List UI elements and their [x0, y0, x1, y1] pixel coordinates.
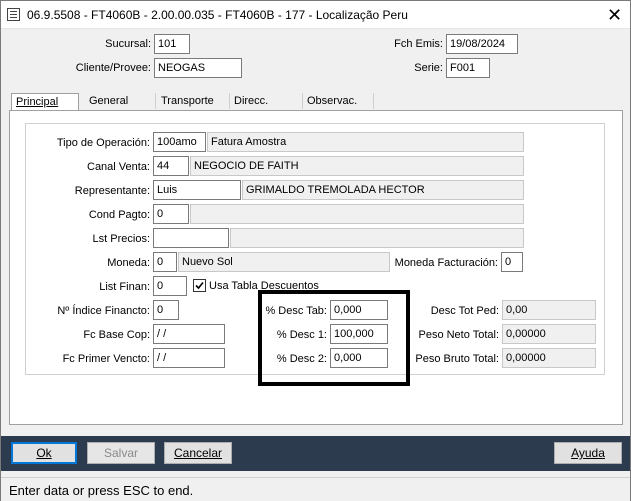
sucursal-field[interactable]: 101: [154, 34, 190, 54]
lst-precios-label: Lst Precios:: [92, 233, 150, 245]
fc-base-cop-label: Fc Base Cop:: [83, 329, 150, 341]
representante-code-field[interactable]: Luis: [153, 180, 241, 200]
moneda-desc: Nuevo Sol: [178, 252, 390, 272]
serie-label: Serie:: [414, 62, 443, 74]
peso-bruto-value: 0,00000: [502, 348, 596, 368]
peso-bruto-label: Peso Bruto Total:: [415, 353, 499, 365]
tab-direcc[interactable]: Direcc.: [230, 93, 302, 111]
tab-separator: [373, 93, 374, 109]
tab-general-label: General: [89, 95, 129, 107]
salvar-button[interactable]: Salvar: [87, 442, 155, 464]
fch-emis-label: Fch Emis:: [394, 38, 443, 50]
desc-tot-ped-label: Desc Tot Ped:: [430, 305, 499, 317]
representante-desc: GRIMALDO TREMOLADA HECTOR: [242, 180, 524, 200]
dialog-window: 06.9.5508 - FT4060B - 2.00.00.035 - FT40…: [0, 0, 631, 501]
tipo-operacion-desc: Fatura Amostra: [207, 132, 524, 152]
window-title: 06.9.5508 - FT4060B - 2.00.00.035 - FT40…: [27, 8, 408, 22]
desc-tot-ped-value: 0,00: [502, 300, 596, 320]
tab-transporte-label: Transporte: [161, 95, 214, 107]
moneda-label: Moneda:: [107, 257, 150, 269]
peso-neto-value: 0,00000: [502, 324, 596, 344]
ayuda-button-label: Ayuda: [571, 446, 605, 460]
cond-pagto-label: Cond Pagto:: [88, 209, 150, 221]
status-text: Enter data or press ESC to end.: [9, 483, 194, 498]
representante-label: Representante:: [74, 185, 150, 197]
tab-transporte[interactable]: Transporte: [157, 93, 229, 111]
fch-emis-field[interactable]: 19/08/2024: [446, 34, 518, 54]
salvar-button-label: Salvar: [103, 446, 138, 460]
check-icon: [195, 281, 204, 290]
cliente-field[interactable]: NEOGAS: [154, 58, 242, 78]
tipo-operacion-label: Tipo de Operación:: [56, 137, 150, 149]
highlight-box: [258, 290, 410, 386]
tab-observac-label: Observac.: [307, 95, 358, 107]
lst-precios-desc: [230, 228, 524, 248]
moneda-code-field[interactable]: 0: [153, 252, 177, 272]
canal-venta-code-field[interactable]: 44: [153, 156, 189, 176]
cond-pagto-code-field[interactable]: 0: [153, 204, 189, 224]
fc-primer-vencto-field[interactable]: / /: [153, 348, 225, 368]
ok-button[interactable]: Ok: [11, 442, 77, 464]
tab-principal-label: Principal: [16, 96, 59, 108]
cliente-label: Cliente/Provee:: [75, 62, 151, 74]
tab-general[interactable]: General: [85, 93, 155, 111]
sucursal-label: Sucursal:: [105, 38, 151, 50]
canal-venta-desc: NEGOCIO DE FAITH: [190, 156, 524, 176]
ayuda-button[interactable]: Ayuda: [554, 442, 622, 464]
title-bar: 06.9.5508 - FT4060B - 2.00.00.035 - FT40…: [1, 1, 630, 29]
peso-neto-label: Peso Neto Total:: [418, 329, 499, 341]
usa-tabla-checkbox[interactable]: [193, 279, 206, 292]
lst-precios-code-field[interactable]: [153, 228, 229, 248]
app-icon: [7, 8, 20, 21]
serie-field[interactable]: F001: [446, 58, 490, 78]
tipo-operacion-code-field[interactable]: 100amo: [153, 132, 206, 152]
status-bar: Enter data or press ESC to end.: [1, 477, 630, 501]
cond-pagto-desc: [190, 204, 524, 224]
close-button[interactable]: ✕: [599, 1, 630, 29]
cancelar-button-label: Cancelar: [173, 446, 223, 460]
tab-direcc-label: Direcc.: [234, 95, 269, 107]
indice-financto-field[interactable]: 0: [153, 300, 179, 320]
tab-observac[interactable]: Observac.: [303, 93, 373, 111]
list-finan-field[interactable]: 0: [153, 276, 187, 296]
cancelar-button[interactable]: Cancelar: [164, 442, 232, 464]
fc-primer-vencto-label: Fc Primer Vencto:: [62, 353, 150, 365]
list-finan-label: List Finan:: [99, 281, 150, 293]
moneda-facturacion-field[interactable]: 0: [501, 252, 523, 272]
canal-venta-label: Canal Venta:: [87, 161, 150, 173]
indice-financto-label: Nº Índice Financto:: [57, 305, 150, 317]
fc-base-cop-field[interactable]: / /: [153, 324, 225, 344]
tab-principal[interactable]: Principal: [11, 93, 79, 111]
moneda-facturacion-label: Moneda Facturación:: [394, 257, 498, 269]
ok-button-label: Ok: [36, 446, 52, 460]
tab-separator: [155, 93, 156, 109]
